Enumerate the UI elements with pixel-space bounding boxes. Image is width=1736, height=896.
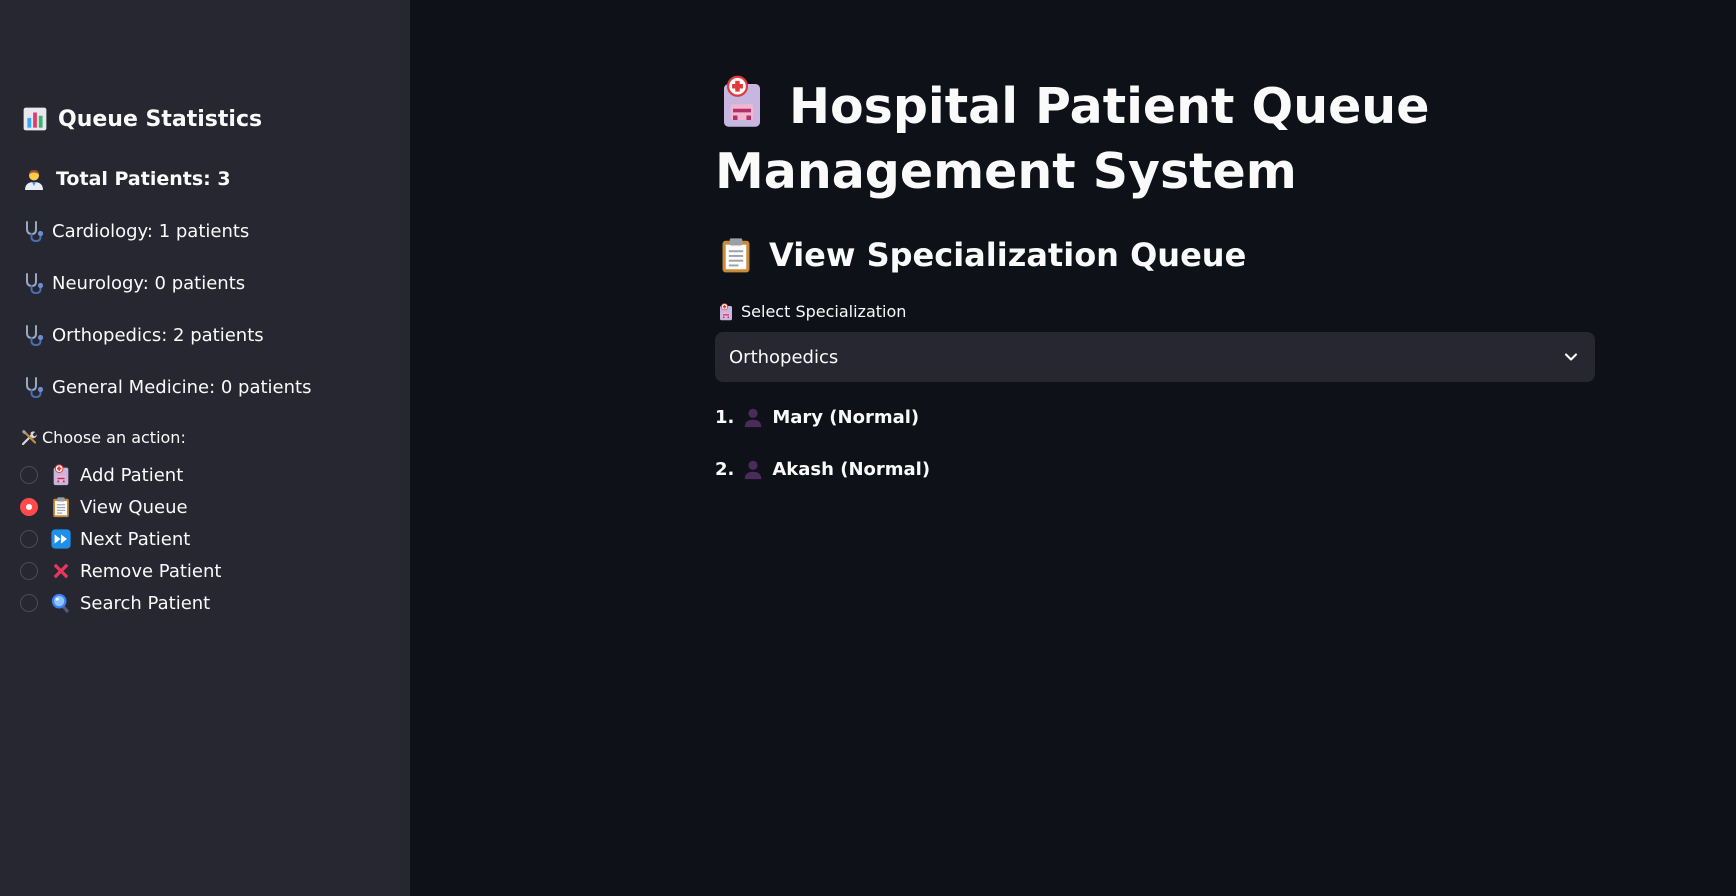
radio-label: Next Patient	[80, 528, 191, 550]
stethoscope-icon	[22, 323, 46, 347]
total-patients: Total Patients: 3	[22, 167, 231, 191]
specialization-count-orthopedics: Orthopedics: 2 patients	[22, 323, 264, 347]
queue-statistics-heading: Queue Statistics	[22, 106, 262, 132]
radio-label: View Queue	[80, 496, 188, 518]
select-specialization-label: Select Specialization	[717, 302, 906, 321]
radio-button-selected[interactable]	[20, 498, 38, 516]
cross-mark-icon	[50, 560, 72, 582]
specialization-count-neurology: Neurology: 0 patients	[22, 271, 245, 295]
select-value: Orthopedics	[729, 346, 839, 368]
section-title-text: View Specialization Queue	[769, 236, 1247, 274]
main-content: Hospital Patient Queue Management System…	[410, 0, 1736, 896]
total-patients-label: Total Patients: 3	[56, 168, 231, 190]
radio-button[interactable]	[20, 530, 38, 548]
chevron-down-icon[interactable]	[1561, 347, 1581, 367]
clipboard-icon	[717, 236, 755, 274]
choose-action-label: Choose an action:	[20, 428, 186, 447]
radio-view-queue[interactable]: View Queue	[20, 494, 188, 520]
specialization-select[interactable]: Orthopedics	[715, 332, 1595, 382]
specialization-count-cardiology: Cardiology: 1 patients	[22, 219, 249, 243]
radio-button[interactable]	[20, 466, 38, 484]
radio-add-patient[interactable]: Add Patient	[20, 462, 183, 488]
clipboard-icon	[50, 496, 72, 518]
section-title: View Specialization Queue	[717, 236, 1246, 274]
stethoscope-icon	[22, 271, 46, 295]
radio-button[interactable]	[20, 562, 38, 580]
select-label-text: Select Specialization	[741, 302, 907, 321]
stethoscope-icon	[22, 219, 46, 243]
page-title-text: Hospital Patient Queue Management System	[715, 78, 1430, 200]
sidebar: Queue Statistics Total Patients: 3 Cardi…	[0, 0, 410, 896]
person-icon	[742, 458, 764, 480]
page-title: Hospital Patient Queue Management System	[715, 74, 1515, 204]
queue-item: 2. Akash (Normal)	[715, 458, 930, 480]
queue-statistics-label: Queue Statistics	[58, 106, 263, 132]
radio-label: Add Patient	[80, 464, 184, 486]
specialization-count-label: General Medicine: 0 patients	[52, 376, 312, 398]
queue-number: 1.	[715, 406, 735, 428]
queue-number: 2.	[715, 458, 735, 480]
hospital-icon	[50, 464, 72, 486]
radio-search-patient[interactable]: Search Patient	[20, 590, 210, 616]
stethoscope-icon	[22, 375, 46, 399]
queue-item: 1. Mary (Normal)	[715, 406, 919, 428]
radio-remove-patient[interactable]: Remove Patient	[20, 558, 221, 584]
tools-icon	[20, 429, 38, 447]
person-icon	[742, 406, 764, 428]
queue-patient-name: Akash (Normal)	[772, 458, 931, 480]
specialization-count-general-medicine: General Medicine: 0 patients	[22, 375, 311, 399]
specialization-count-label: Orthopedics: 2 patients	[52, 324, 264, 346]
radio-button[interactable]	[20, 594, 38, 612]
bar-chart-icon	[22, 106, 48, 132]
radio-next-patient[interactable]: Next Patient	[20, 526, 190, 552]
hospital-icon	[717, 303, 735, 321]
choose-action-text: Choose an action:	[42, 428, 186, 447]
specialization-count-label: Neurology: 0 patients	[52, 272, 246, 294]
radio-label: Remove Patient	[80, 560, 222, 582]
fast-forward-icon	[50, 528, 72, 550]
queue-patient-name: Mary (Normal)	[772, 406, 920, 428]
specialization-count-label: Cardiology: 1 patients	[52, 220, 250, 242]
magnifier-icon	[50, 592, 72, 614]
hospital-icon	[715, 75, 769, 129]
doctor-icon	[22, 167, 46, 191]
radio-label: Search Patient	[80, 592, 211, 614]
